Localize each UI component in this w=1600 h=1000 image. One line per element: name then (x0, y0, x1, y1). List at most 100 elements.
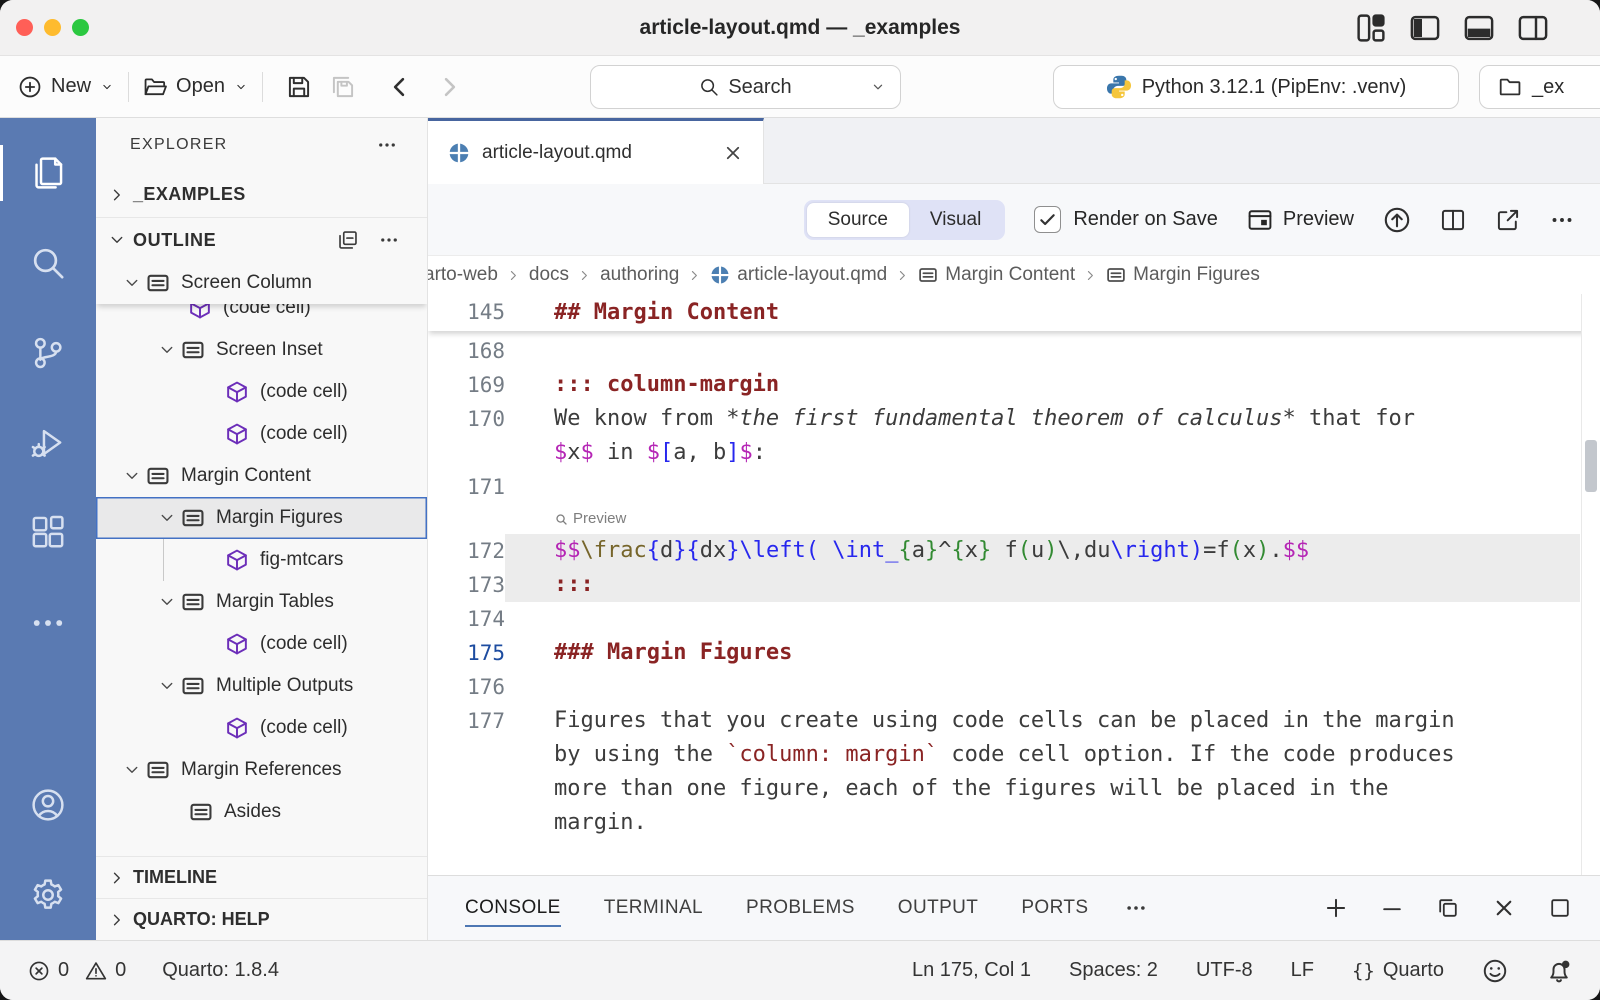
outline-item-screen-column[interactable]: Screen Column (96, 262, 427, 304)
source-mode-button[interactable]: Source (807, 203, 909, 237)
notifications-bell-icon[interactable] (1546, 958, 1572, 984)
problems-status[interactable]: 0 0 (28, 959, 126, 982)
customize-layout-icon[interactable] (1356, 13, 1386, 43)
breadcrumb-item-margin-content[interactable]: Margin Content (918, 264, 1075, 286)
toggle-primary-sidebar-icon[interactable] (1410, 13, 1440, 43)
accounts-button[interactable] (0, 760, 96, 850)
save-icon[interactable] (286, 74, 312, 100)
toggle-secondary-sidebar-icon[interactable] (1518, 13, 1548, 43)
outline-item-margin-content[interactable]: Margin Content (96, 455, 427, 497)
minimize-panel-icon[interactable] (1380, 896, 1404, 920)
editor-more-actions-icon[interactable] (1550, 208, 1574, 232)
code-line-173[interactable]: 173::: (428, 568, 1600, 602)
search-box[interactable]: Search (590, 65, 901, 109)
section-outline[interactable]: OUTLINE (96, 218, 427, 262)
code-line-145[interactable]: 145## Margin Content (428, 294, 1600, 331)
close-tab-icon[interactable] (723, 143, 743, 163)
activity-explorer[interactable] (0, 128, 96, 218)
outline-item-margin-references[interactable]: Margin References (96, 749, 427, 791)
scrollbar-thumb[interactable] (1585, 440, 1597, 492)
code-line-wrap[interactable]: margin. (428, 806, 1600, 840)
outline-item-margin-figures[interactable]: Margin Figures (96, 497, 427, 539)
workspace-button[interactable]: _ex (1479, 65, 1600, 109)
section-quarto-help[interactable]: QUARTO: HELP (96, 898, 427, 940)
code-line-wrap[interactable]: $x$ in $[a, b]$: (428, 436, 1600, 470)
explorer-more-actions-icon[interactable] (377, 135, 397, 155)
section-symbol-icon (146, 464, 170, 488)
eol-status[interactable]: LF (1291, 959, 1314, 982)
outline-item-multiple-outputs[interactable]: Multiple Outputs (96, 665, 427, 707)
split-editor-icon[interactable] (1440, 207, 1466, 233)
render-document-icon[interactable] (1383, 206, 1411, 234)
code-line-175[interactable]: 175### Margin Figures (428, 636, 1600, 670)
quarto-version-status[interactable]: Quarto: 1.8.4 (162, 959, 279, 982)
tab-article-layout[interactable]: article-layout.qmd (428, 118, 764, 184)
code-line-170[interactable]: 170We know from *the first fundamental t… (428, 402, 1600, 436)
outline-item-asides[interactable]: Asides (96, 791, 427, 833)
panel-tab-console[interactable]: CONSOLE (465, 876, 561, 940)
section-examples[interactable]: _EXAMPLES (96, 172, 427, 218)
panel-tab-terminal[interactable]: TERMINAL (604, 876, 703, 940)
feedback-smiley-icon[interactable] (1482, 958, 1508, 984)
code-line-wrap[interactable]: by using the `column: margin` code cell … (428, 738, 1600, 772)
breadcrumb-item-docs[interactable]: docs (529, 264, 569, 286)
outline-item-code-cell[interactable]: (code cell) (96, 707, 427, 749)
outline-item-margin-tables[interactable]: Margin Tables (96, 581, 427, 623)
editor-content[interactable]: 145## Margin Content168169::: column-mar… (428, 294, 1600, 875)
panel-tab-problems[interactable]: PROBLEMS (746, 876, 855, 940)
code-line-169[interactable]: 169::: column-margin (428, 368, 1600, 402)
collapse-all-icon[interactable] (337, 229, 359, 251)
panel-more-tabs-icon[interactable] (1125, 897, 1147, 919)
activity-extensions[interactable] (0, 488, 96, 578)
open-external-icon[interactable] (1495, 207, 1521, 233)
maximize-panel-icon[interactable] (1548, 896, 1572, 920)
close-panel-icon[interactable] (1492, 896, 1516, 920)
language-mode-status[interactable]: {} Quarto (1352, 959, 1444, 982)
scrollbar[interactable] (1581, 294, 1600, 875)
new-terminal-icon[interactable] (1324, 896, 1348, 920)
code-line-171[interactable]: 171 (428, 470, 1600, 504)
activity-more[interactable] (0, 578, 96, 668)
encoding-status[interactable]: UTF-8 (1196, 959, 1253, 982)
python-interpreter-button[interactable]: Python 3.12.1 (PipEnv: .venv) (1053, 65, 1459, 109)
outline-item-screen-inset[interactable]: Screen Inset (96, 329, 427, 371)
code-line-176[interactable]: 176 (428, 670, 1600, 704)
breadcrumb-item-authoring[interactable]: authoring (600, 264, 679, 286)
indentation-status[interactable]: Spaces: 2 (1069, 959, 1158, 982)
outline-item-code-cell[interactable]: (code cell) (96, 371, 427, 413)
activity-run-debug[interactable] (0, 398, 96, 488)
code-line-174[interactable]: 174 (428, 602, 1600, 636)
restore-panel-icon[interactable] (1436, 896, 1460, 920)
visual-mode-button[interactable]: Visual (909, 203, 1002, 237)
line-content: ::: column-margin (505, 368, 1580, 402)
section-timeline[interactable]: TIMELINE (96, 856, 427, 898)
render-on-save-checkbox[interactable]: Render on Save (1034, 206, 1218, 233)
outline-item-code-cell[interactable]: (code cell) (96, 413, 427, 455)
new-button[interactable]: New (18, 75, 114, 99)
breadcrumb-label: authoring (600, 264, 679, 286)
panel-tab-ports[interactable]: PORTS (1021, 876, 1088, 940)
breadcrumb-item-arto-web[interactable]: arto-web (428, 264, 498, 286)
code-line-172[interactable]: 172$$\frac{d}{dx}\left( \int_{a}^{x} f(u… (428, 534, 1600, 568)
cursor-position-status[interactable]: Ln 175, Col 1 (912, 959, 1031, 982)
explorer-header: EXPLORER (96, 118, 427, 172)
outline-item-code-cell[interactable]: (code cell) (96, 623, 427, 665)
breadcrumb-item-margin-figures[interactable]: Margin Figures (1106, 264, 1260, 286)
panel-tab-output[interactable]: OUTPUT (898, 876, 979, 940)
outline-more-actions-icon[interactable] (379, 230, 399, 250)
open-button[interactable]: Open (143, 75, 248, 99)
preview-button[interactable]: Preview (1247, 207, 1354, 233)
activity-search[interactable] (0, 218, 96, 308)
code-line-wrap[interactable]: more than one figure, each of the figure… (428, 772, 1600, 806)
settings-button[interactable] (0, 850, 96, 940)
breadcrumb-item-article-layout-qmd[interactable]: article-layout.qmd (710, 264, 887, 286)
navigate-forward-icon[interactable] (436, 74, 462, 100)
activity-source-control[interactable] (0, 308, 96, 398)
code-line-177[interactable]: 177Figures that you create using code ce… (428, 704, 1600, 738)
codelens-preview[interactable]: Preview (428, 504, 1600, 534)
code-line-168[interactable]: 168 (428, 334, 1600, 368)
navigate-back-icon[interactable] (387, 74, 413, 100)
toggle-panel-icon[interactable] (1464, 13, 1494, 43)
save-all-icon[interactable] (330, 74, 356, 100)
outline-item-fig-mtcars[interactable]: fig-mtcars (96, 539, 427, 581)
